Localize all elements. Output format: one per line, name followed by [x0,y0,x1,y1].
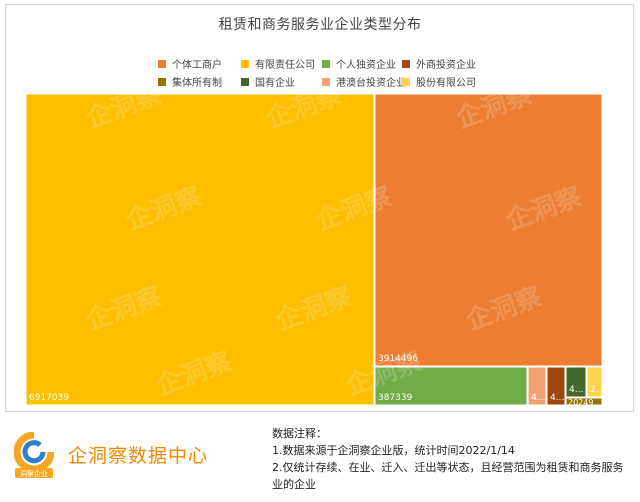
treemap-label: 4... [531,393,545,403]
treemap-label: 20249 [568,398,593,407]
treemap-label: 2... [590,385,604,395]
data-notes: 数据注释： 1.数据来源于企洞察企业版，统计时间2022/1/14 2.仅统计存… [272,425,632,493]
notes-line-2: 2.仅统计存续、在业、迁入、迁出等状态，且经营范围为租赁和商务服务业的企业 [272,461,624,491]
brand-name: 企洞察数据中心 [68,445,209,467]
treemap-label: 387339 [378,393,413,403]
notes-line-1: 1.数据来源于企洞察企业版，统计时间2022/1/14 [272,444,515,457]
treemap-label: 4... [550,393,564,403]
treemap-label: 3914496 [378,354,418,364]
treemap-label: 4... [569,385,583,395]
treemap-label: 6917039 [29,393,69,403]
treemap-chart: 企洞察 企洞察 企洞察企洞察 企洞察 企洞察企洞察 企洞察 企洞察企洞察 企洞察6917039… [25,78,604,407]
company-logo: 洞察企业 [14,432,54,478]
logo-text: 洞察企业 [20,469,48,478]
notes-heading: 数据注释： [272,427,327,440]
